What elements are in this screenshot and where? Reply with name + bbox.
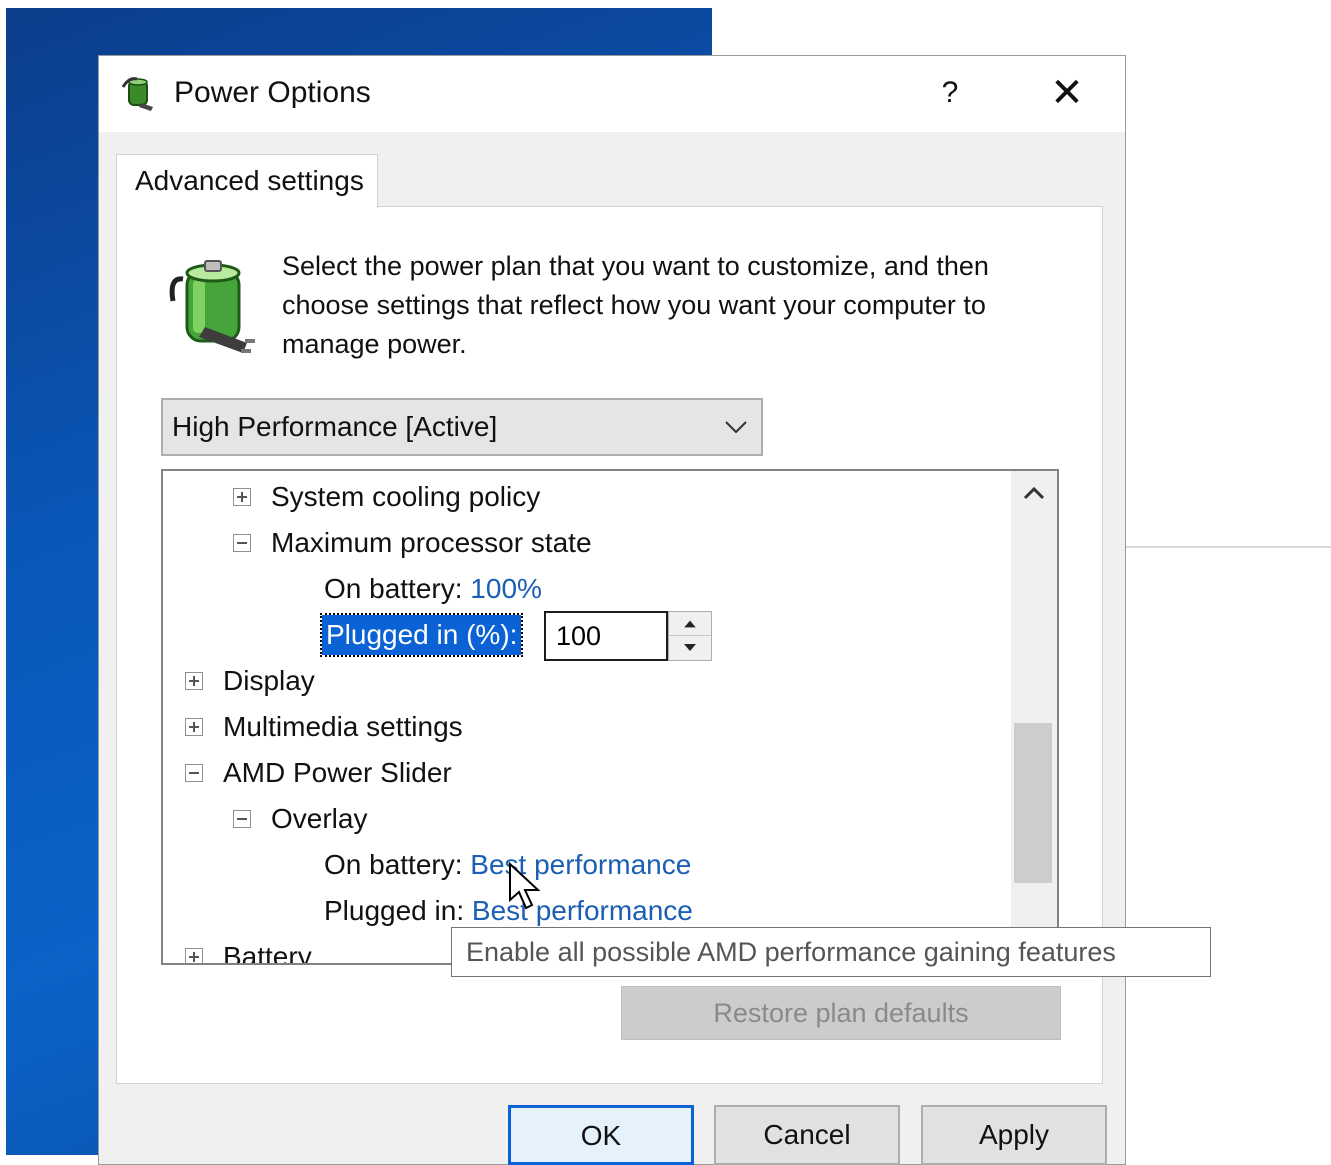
on-battery-label: On battery: (324, 573, 463, 604)
tree-item-label: AMD Power Slider (223, 757, 452, 788)
power-plan-select[interactable]: High Performance [Active] (161, 398, 763, 456)
screen-edge-left (0, 0, 6, 1155)
apply-button[interactable]: Apply (921, 1105, 1107, 1165)
collapse-minus-icon[interactable] (233, 533, 251, 552)
close-button[interactable]: ✕ (1039, 68, 1095, 118)
tree-item-label: Maximum processor state (271, 527, 592, 558)
chevron-up-icon[interactable] (1011, 471, 1057, 517)
tree-item-label: Battery (223, 941, 312, 965)
title-bar[interactable]: Power Options ? ✕ (99, 56, 1125, 132)
expand-plus-icon[interactable] (233, 487, 251, 506)
power-plan-value: High Performance [Active] (172, 411, 498, 442)
spin-buttons (668, 611, 712, 661)
tab-advanced-settings[interactable]: Advanced settings (116, 154, 378, 208)
tree-item-label: Display (223, 665, 315, 696)
spin-down-icon[interactable] (669, 636, 711, 660)
collapse-minus-icon[interactable] (233, 809, 251, 828)
tree-item-overlay[interactable]: Overlay (233, 799, 367, 839)
tree-item-label: Overlay (271, 803, 368, 834)
tree-item-system-cooling[interactable]: System cooling policy (233, 477, 540, 517)
plugged-in-value-input[interactable]: 100 (544, 611, 668, 661)
window-title: Power Options (174, 76, 371, 109)
tree-item-display[interactable]: Display (185, 661, 315, 701)
tree-item-battery[interactable]: Battery (185, 937, 312, 965)
battery-plug-icon (169, 260, 255, 353)
screen-edge-top (0, 0, 1331, 8)
restore-defaults-button[interactable]: Restore plan defaults (621, 986, 1061, 1040)
overlay-plugged-in-label: Plugged in: (324, 895, 465, 926)
settings-tree[interactable]: System cooling policy Maximum processor … (161, 469, 1059, 965)
spin-up-icon[interactable] (669, 612, 711, 636)
tree-item-on-battery[interactable]: On battery: 100% (324, 569, 542, 609)
expand-plus-icon[interactable] (185, 947, 203, 963)
tree-item-max-processor[interactable]: Maximum processor state (233, 523, 592, 563)
tree-item-amd-power-slider[interactable]: AMD Power Slider (185, 753, 452, 793)
cancel-button[interactable]: Cancel (714, 1105, 900, 1165)
tree-item-label: System cooling policy (271, 481, 541, 512)
on-battery-value-link[interactable]: 100% (470, 573, 542, 604)
tree-scrollbar[interactable] (1011, 471, 1057, 963)
expand-plus-icon[interactable] (185, 717, 203, 736)
scrollbar-thumb[interactable] (1014, 723, 1052, 883)
tree-item-multimedia[interactable]: Multimedia settings (185, 707, 463, 747)
ok-button[interactable]: OK (508, 1105, 694, 1165)
description-text: Select the power plan that you want to c… (282, 251, 989, 359)
tree-item-plugged-in[interactable]: Plugged in (%): (319, 613, 524, 657)
mouse-cursor-icon (509, 862, 541, 910)
power-options-icon (121, 77, 153, 111)
expand-plus-icon[interactable] (185, 671, 203, 690)
chevron-down-icon (725, 421, 747, 434)
background-divider (1126, 546, 1331, 548)
help-button[interactable]: ? (929, 70, 971, 116)
tab-label: Advanced settings (135, 165, 364, 196)
overlay-on-battery-value-link[interactable]: Best performance (470, 849, 691, 880)
plugged-in-label: Plugged in (%): (319, 613, 524, 657)
tree-item-label: Multimedia settings (223, 711, 463, 742)
tooltip: Enable all possible AMD performance gain… (451, 927, 1211, 977)
collapse-minus-icon[interactable] (185, 763, 203, 782)
power-options-dialog: Power Options ? ✕ Advanced settings Sele… (98, 55, 1126, 1165)
overlay-plugged-in-value-link[interactable]: Best performance (472, 895, 693, 926)
overlay-on-battery-label: On battery: (324, 849, 463, 880)
